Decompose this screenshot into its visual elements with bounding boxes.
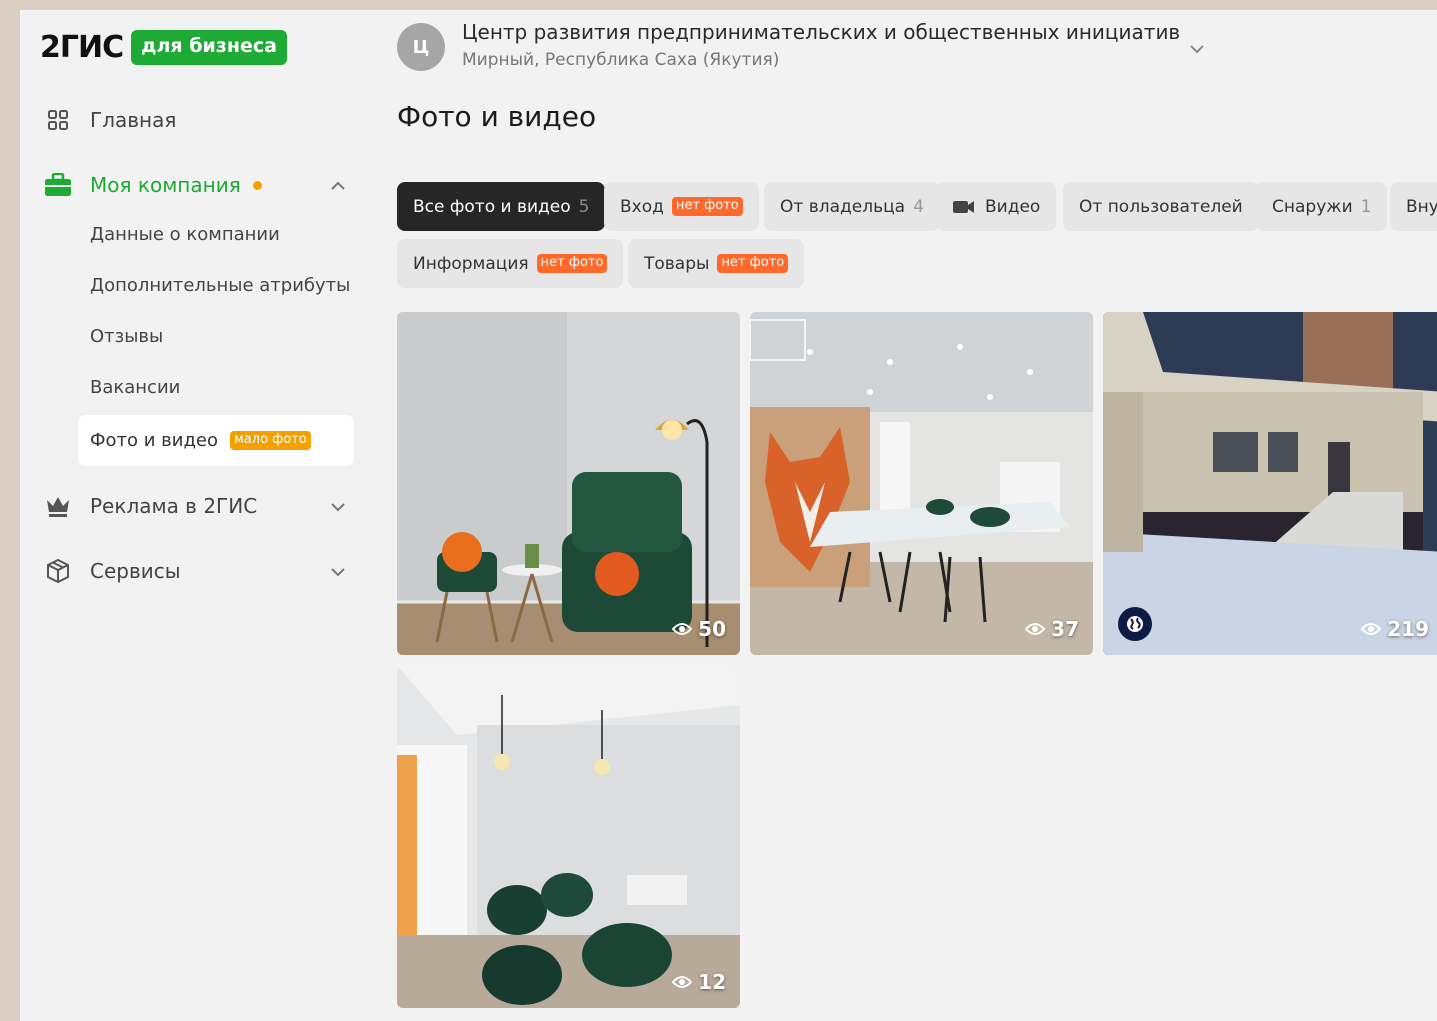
- no-photo-badge: нет фото: [536, 254, 608, 273]
- video-camera-icon: [953, 200, 974, 213]
- photo-image: [397, 665, 740, 1008]
- box-icon: [44, 557, 72, 585]
- photo-image: [750, 312, 1093, 655]
- app-window: 2ГИС для бизнеса Главная Моя компания Да…: [20, 10, 1437, 1021]
- filter-count: 1: [1360, 196, 1372, 217]
- sidebar: 2ГИС для бизнеса Главная Моя компания Да…: [20, 10, 380, 1021]
- filter-goods[interactable]: Товары нет фото: [628, 239, 805, 288]
- sidebar-subitem-label: Фото и видео: [90, 430, 218, 451]
- chevron-up-icon[interactable]: [328, 176, 348, 196]
- filter-outside[interactable]: Снаружи 1: [1256, 182, 1388, 231]
- filter-users[interactable]: От пользователей: [1063, 182, 1259, 231]
- filter-video[interactable]: Видео: [937, 182, 1057, 231]
- filter-label: Снаружи: [1272, 196, 1353, 217]
- eye-icon: [1361, 623, 1382, 635]
- few-photos-badge: мало фото: [230, 431, 311, 450]
- photo-views-count: 37: [1051, 617, 1079, 641]
- sidebar-item-label: Сервисы: [90, 559, 181, 583]
- chevron-down-icon[interactable]: [328, 497, 348, 517]
- status-dot: [252, 180, 262, 190]
- filter-owner[interactable]: От владельца 4: [764, 182, 940, 231]
- no-photo-badge: нет фото: [717, 254, 789, 273]
- sidebar-item-my-company[interactable]: Моя компания: [44, 171, 262, 199]
- filter-label: От владельца: [780, 196, 906, 217]
- photo-card[interactable]: 219: [1103, 312, 1437, 655]
- sidebar-subitem-photos[interactable]: Фото и видео мало фото: [78, 415, 354, 466]
- photo-card[interactable]: 12: [397, 665, 740, 1008]
- sidebar-item-label: Реклама в 2ГИС: [90, 494, 258, 518]
- photo-views-count: 50: [698, 617, 726, 641]
- grid-icon: [44, 106, 72, 134]
- chevron-down-icon[interactable]: [328, 562, 348, 582]
- photo-views: 12: [672, 970, 726, 994]
- photo-image: [397, 312, 740, 655]
- eye-icon: [672, 623, 693, 635]
- photo-views-count: 12: [698, 970, 726, 994]
- eye-icon: [1025, 623, 1046, 635]
- photo-image: [1103, 312, 1437, 655]
- sidebar-subitem-vacancies[interactable]: Вакансии: [90, 377, 180, 398]
- logo-badge: для бизнеса: [131, 29, 287, 65]
- no-photo-badge: нет фото: [671, 197, 743, 216]
- photo-views-count: 219: [1387, 617, 1429, 641]
- sidebar-item-services[interactable]: Сервисы: [44, 557, 181, 585]
- photo-card[interactable]: 37: [750, 312, 1093, 655]
- org-city: Мирный, Республика Саха (Якутия): [462, 50, 780, 70]
- filter-information[interactable]: Информация нет фото: [397, 239, 624, 288]
- filter-count: 5: [578, 196, 590, 217]
- filter-label: Вну: [1406, 196, 1437, 217]
- filter-label: От пользователей: [1079, 196, 1243, 217]
- sidebar-subitem-company-data[interactable]: Данные о компании: [90, 224, 280, 245]
- sidebar-item-ads[interactable]: Реклама в 2ГИС: [44, 492, 257, 520]
- photo-card[interactable]: 50: [397, 312, 740, 655]
- filter-count: 4: [913, 196, 924, 217]
- briefcase-icon: [44, 171, 72, 199]
- page-title: Фото и видео: [397, 100, 597, 133]
- globe-icon: [1118, 607, 1152, 641]
- sidebar-subitem-attributes[interactable]: Дополнительные атрибуты: [90, 275, 350, 296]
- org-avatar[interactable]: Ц: [397, 23, 445, 71]
- sidebar-item-home[interactable]: Главная: [44, 106, 176, 134]
- filter-label: Вход: [620, 196, 664, 217]
- filter-inside[interactable]: Вну: [1390, 182, 1437, 231]
- logo[interactable]: 2ГИС для бизнеса: [40, 26, 287, 68]
- eye-icon: [672, 976, 693, 988]
- filter-label: Видео: [985, 196, 1041, 217]
- logo-text: 2ГИС: [40, 29, 124, 65]
- photo-views: 37: [1025, 617, 1079, 641]
- photo-views: 219: [1361, 617, 1429, 641]
- filter-label: Товары: [644, 253, 710, 274]
- sidebar-subitem-reviews[interactable]: Отзывы: [90, 326, 163, 347]
- sidebar-item-label: Главная: [90, 108, 177, 132]
- photo-views: 50: [672, 617, 726, 641]
- filter-entrance[interactable]: Вход нет фото: [604, 182, 759, 231]
- crown-icon: [44, 492, 72, 520]
- sidebar-item-label: Моя компания: [90, 173, 241, 197]
- filter-label: Все фото и видео: [413, 196, 571, 217]
- filter-label: Информация: [413, 253, 529, 274]
- org-name[interactable]: Центр развития предпринимательских и общ…: [462, 20, 1180, 44]
- filter-all[interactable]: Все фото и видео 5: [397, 182, 606, 231]
- org-switcher-chevron-icon[interactable]: [1186, 38, 1208, 60]
